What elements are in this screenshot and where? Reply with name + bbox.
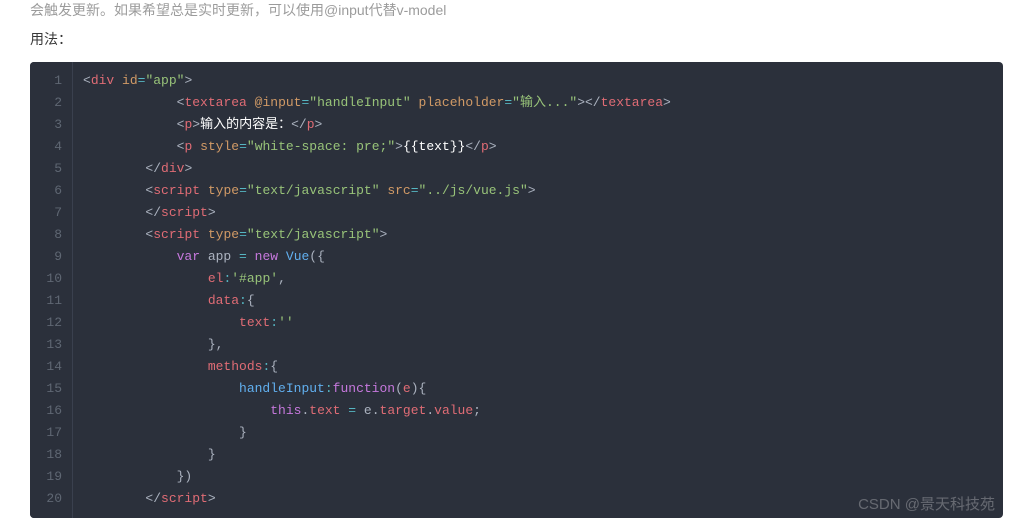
line-number: 8 [30,224,72,246]
code-line: text:'' [83,312,1003,334]
line-number: 4 [30,136,72,158]
line-number: 1 [30,70,72,92]
code-line: var app = new Vue({ [83,246,1003,268]
code-line: handleInput:function(e){ [83,378,1003,400]
line-number: 12 [30,312,72,334]
code-line: <div id="app"> [83,70,1003,92]
line-number: 11 [30,290,72,312]
line-number: 6 [30,180,72,202]
code-gutter: 1234567891011121314151617181920 [30,62,72,518]
code-line: </script> [83,488,1003,510]
line-number: 9 [30,246,72,268]
code-line: }, [83,334,1003,356]
line-number: 17 [30,422,72,444]
code-block: 1234567891011121314151617181920 <div id=… [30,62,1003,518]
code-line: } [83,422,1003,444]
code-line: <textarea @input="handleInput" placehold… [83,92,1003,114]
code-line: el:'#app', [83,268,1003,290]
article-cutoff-text: 会触发更新。如果希望总是实时更新，可以使用@input代替v-model [30,2,446,18]
code-line: }) [83,466,1003,488]
article-body: 用法： [0,27,1033,52]
line-number: 20 [30,488,72,510]
code-line: </div> [83,158,1003,180]
line-number: 2 [30,92,72,114]
line-number: 13 [30,334,72,356]
code-line: <script type="text/javascript" src="../j… [83,180,1003,202]
code-line: <p>输入的内容是：</p> [83,114,1003,136]
article-partial-line: 会触发更新。如果希望总是实时更新，可以使用@input代替v-model [0,0,1033,21]
code-line: </script> [83,202,1003,224]
line-number: 7 [30,202,72,224]
usage-label: 用法： [30,27,1003,52]
code-line: } [83,444,1003,466]
code-line: methods:{ [83,356,1003,378]
line-number: 10 [30,268,72,290]
line-number: 3 [30,114,72,136]
code-line: <script type="text/javascript"> [83,224,1003,246]
line-number: 5 [30,158,72,180]
code-line: <p style="white-space: pre;">{{text}}</p… [83,136,1003,158]
line-number: 15 [30,378,72,400]
line-number: 19 [30,466,72,488]
code-line: this.text = e.target.value; [83,400,1003,422]
line-number: 14 [30,356,72,378]
line-number: 16 [30,400,72,422]
code-content[interactable]: <div id="app"> <textarea @input="handleI… [72,62,1003,518]
line-number: 18 [30,444,72,466]
code-line: data:{ [83,290,1003,312]
